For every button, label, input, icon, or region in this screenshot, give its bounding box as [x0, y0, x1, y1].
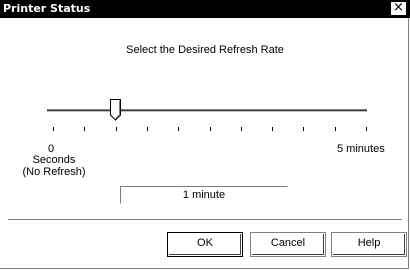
slider-max-label: 5 minutes: [337, 143, 385, 155]
refresh-rate-slider-thumb[interactable]: [110, 99, 122, 121]
slider-tick: [241, 127, 242, 131]
refresh-rate-prompt: Select the Desired Refresh Rate: [126, 44, 284, 56]
slider-tick: [272, 127, 273, 131]
close-icon: ×: [393, 0, 404, 15]
close-button[interactable]: ×: [390, 1, 407, 16]
divider: [8, 219, 402, 221]
slider-tick: [53, 127, 54, 131]
slider-tick: [210, 127, 211, 131]
title-bar: Printer Status ×: [0, 0, 410, 18]
slider-tick: [178, 127, 179, 131]
help-button[interactable]: Help: [331, 232, 407, 257]
slider-tick: [147, 127, 148, 131]
slider-tick: [366, 127, 367, 131]
slider-tick: [116, 127, 117, 131]
slider-min-note: (No Refresh): [22, 166, 86, 178]
refresh-rate-slider-track[interactable]: [47, 109, 367, 113]
slider-min-unit: Seconds: [32, 154, 76, 166]
slider-tick: [84, 127, 85, 131]
current-refresh-value: 1 minute: [120, 186, 288, 204]
window-title: Printer Status: [3, 2, 91, 15]
cancel-button[interactable]: Cancel: [250, 232, 326, 257]
ok-button[interactable]: OK: [167, 232, 243, 257]
slider-min-caption: Seconds (No Refresh): [14, 154, 94, 178]
printer-status-dialog: Printer Status × Select the Desired Refr…: [0, 0, 410, 270]
slider-tick: [335, 127, 336, 131]
slider-tick: [303, 127, 304, 131]
